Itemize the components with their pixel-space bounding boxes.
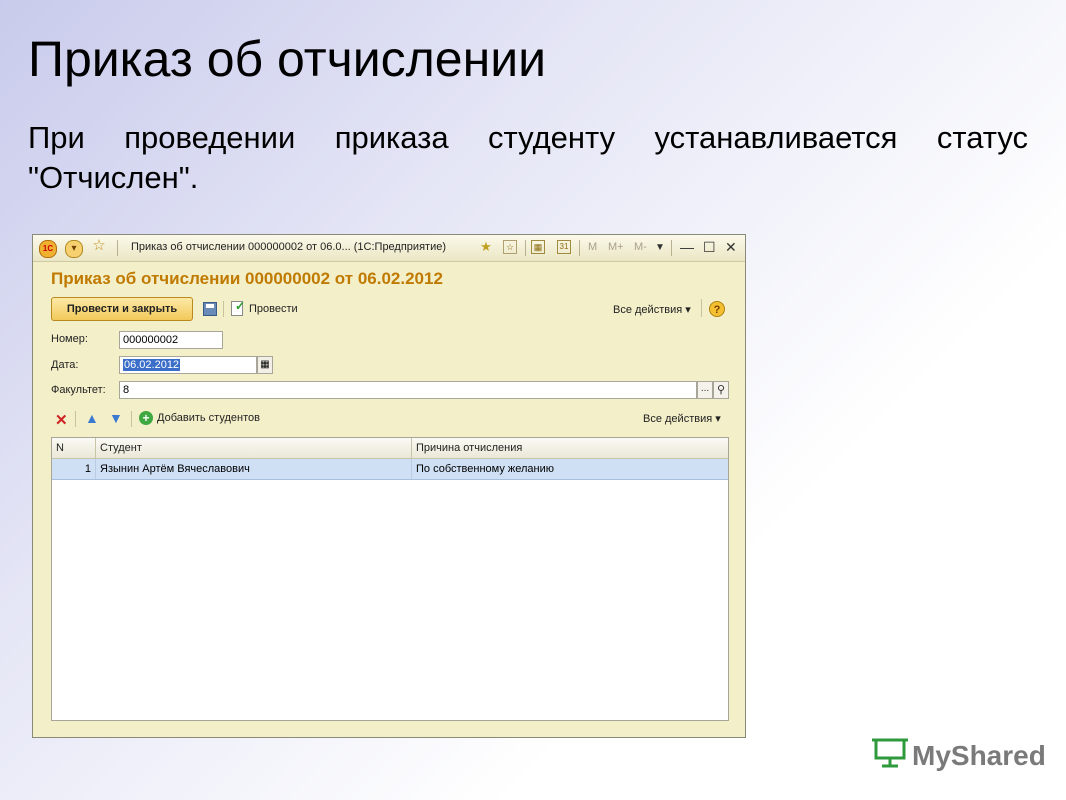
calendar-picker-icon[interactable]: ▦ [257,356,273,374]
number-label: Номер: [51,333,88,345]
search-icon[interactable]: ⚲ [713,381,729,399]
faculty-label: Факультет: [51,384,106,396]
bookmark-icon[interactable]: ☆ [503,240,517,254]
maximize-icon[interactable]: ☐ [703,239,716,256]
date-value: 06.02.2012 [123,359,181,371]
calculator-icon[interactable]: ▦ [531,240,545,254]
number-field[interactable]: 000000002 [119,331,223,349]
move-down-icon[interactable]: ▼ [109,410,123,426]
all-actions-menu[interactable]: Все действия ▾ [613,303,691,316]
slide-description: При проведении приказа студенту устанавл… [28,120,1028,195]
window-titlebar: 1C ▾ ☆ Приказ об отчислении 000000002 от… [33,235,745,262]
memory-m-button[interactable]: M [588,241,597,253]
titlebar-divider [579,240,580,256]
titlebar-divider [525,240,526,256]
close-icon[interactable]: ✕ [725,239,737,256]
titlebar-divider [671,240,672,256]
form-title: Приказ об отчислении 000000002 от 06.02.… [51,269,443,288]
app-window: 1C ▾ ☆ Приказ об отчислении 000000002 от… [32,234,746,738]
toolbar-divider [75,411,76,427]
memory-plus-button[interactable]: M+ [608,241,624,253]
add-icon[interactable]: + [139,411,153,425]
toolbar-divider [701,299,702,317]
add-students-button[interactable]: Добавить студентов [157,412,260,424]
students-table: N Студент Причина отчисления 1 Язынин Ар… [51,437,729,721]
post-and-close-button[interactable]: Провести и закрыть [51,297,193,321]
date-field[interactable]: 06.02.2012 [119,356,257,374]
toolbar-divider [131,411,132,427]
memory-minus-button[interactable]: M- [634,241,647,253]
column-header-n[interactable]: N [52,438,96,458]
favorites-star-icon[interactable]: ☆ [91,238,107,254]
date-label: Дата: [51,359,79,371]
1c-logo-icon[interactable]: 1C [39,240,57,258]
faculty-field[interactable]: 8 [119,381,697,399]
row-student: Язынин Артём Вячеславович [96,459,412,479]
calendar-icon[interactable]: 31 [557,240,571,254]
column-header-reason[interactable]: Причина отчисления [412,438,728,458]
brand-name: MyShared [912,740,1046,771]
post-icon[interactable] [231,299,245,316]
menu-chevron-icon[interactable]: ▾ [65,240,83,258]
chevron-down-icon[interactable]: ▼ [655,242,665,253]
post-button[interactable]: Провести [249,303,298,315]
window-title: Приказ об отчислении 000000002 от 06.0..… [131,241,446,253]
table-header: N Студент Причина отчисления [52,438,728,459]
add-favorite-icon[interactable]: ★ [479,240,493,254]
minimize-icon[interactable]: — [680,239,694,255]
delete-icon[interactable]: ✕ [55,411,68,429]
presentation-screen-icon [872,738,908,768]
move-up-icon[interactable]: ▲ [85,410,99,426]
slide-title: Приказ об отчислении [28,31,547,87]
table-all-actions-menu[interactable]: Все действия ▾ [643,412,721,425]
titlebar-divider [117,240,118,256]
table-row[interactable]: 1 Язынин Артём Вячеславович По собственн… [52,459,728,480]
column-header-student[interactable]: Студент [96,438,412,458]
save-icon[interactable] [203,302,217,316]
row-number: 1 [52,459,96,479]
select-ellipsis-button[interactable]: ... [697,381,713,399]
toolbar-divider [223,301,224,317]
help-icon[interactable]: ? [709,301,725,317]
row-reason: По собственному желанию [416,463,554,475]
